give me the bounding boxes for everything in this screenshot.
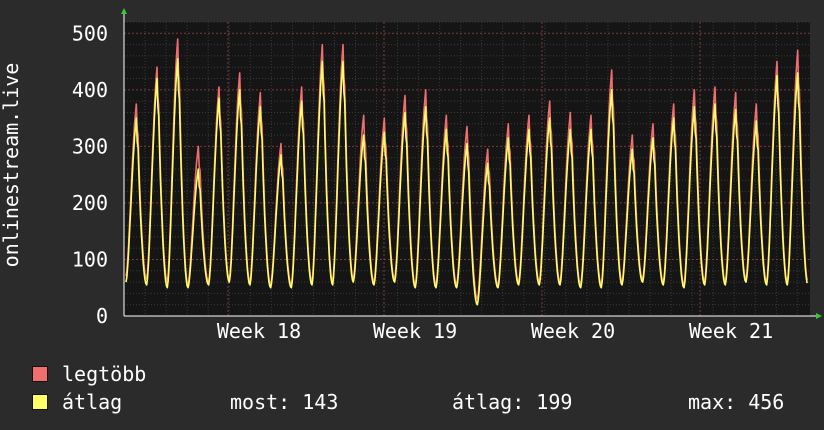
legend-swatch-max	[32, 366, 48, 382]
legend-item-avg: átlag	[32, 390, 122, 414]
stat-max: max: 456	[688, 390, 785, 414]
x-axis-arrow	[816, 313, 822, 319]
y-tick-label: 0	[96, 304, 108, 328]
y-tick-label: 200	[72, 191, 108, 215]
y-tick-label: 100	[72, 247, 108, 271]
x-tick-label: Week 19	[373, 319, 457, 343]
x-tick-label: Week 20	[531, 319, 615, 343]
legend-label-max: legtöbb	[62, 362, 147, 386]
legend-item-max: legtöbb	[32, 362, 146, 386]
x-tick-label: Week 21	[689, 319, 773, 343]
y-tick-label: 300	[72, 134, 108, 158]
legend-swatch-avg	[32, 394, 48, 410]
legend-label-avg: átlag	[62, 390, 123, 414]
stat-current: most: 143	[230, 390, 339, 414]
x-tick-label: Week 18	[217, 319, 301, 343]
y-axis-label: onlinestream.live	[0, 63, 23, 268]
y-tick-label: 500	[72, 21, 108, 45]
stat-average: átlag: 199	[452, 390, 573, 414]
y-axis-arrow	[121, 8, 127, 14]
y-tick-label: 400	[72, 78, 108, 102]
